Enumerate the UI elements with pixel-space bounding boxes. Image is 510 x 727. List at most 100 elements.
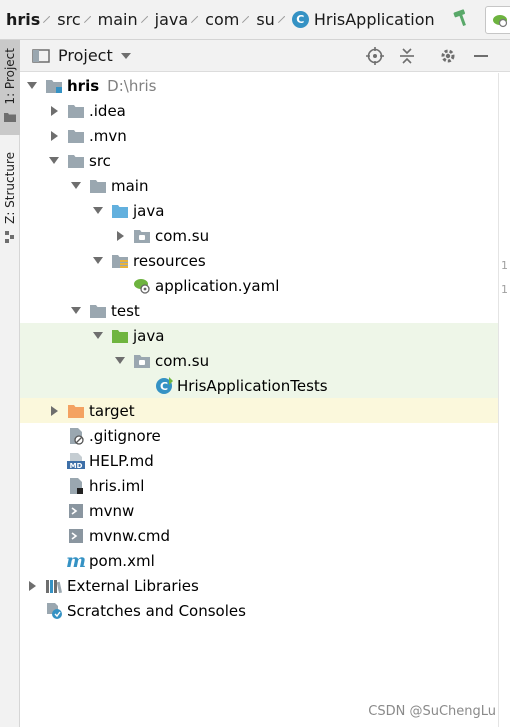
expanded-arrow-icon[interactable] — [90, 253, 106, 269]
tree-node-main[interactable]: main — [20, 173, 498, 198]
breadcrumb-separator-icon — [83, 15, 91, 24]
resources-folder-icon — [110, 252, 130, 270]
hide-panel-icon[interactable] — [471, 46, 491, 66]
panel-title[interactable]: Project — [58, 46, 113, 65]
tree-node-label: com.su — [155, 351, 210, 370]
line-number: 1 — [501, 259, 508, 272]
breadcrumb-item-src[interactable]: src — [57, 10, 80, 29]
tree-node-label: External Libraries — [67, 576, 199, 595]
tree-node-application-yaml[interactable]: application.yaml — [20, 273, 498, 298]
tree-node-path: D:\hris — [107, 76, 157, 95]
collapsed-arrow-icon[interactable] — [112, 228, 128, 244]
folder-icon — [66, 152, 86, 170]
tree-node-main-package[interactable]: com.su — [20, 223, 498, 248]
breadcrumb-item-java[interactable]: java — [155, 10, 189, 29]
breadcrumb-item-su[interactable]: su — [256, 10, 274, 29]
collapse-all-icon[interactable] — [397, 46, 417, 66]
collapsed-arrow-icon[interactable] — [46, 403, 62, 419]
structure-tool-tab[interactable]: Z: Structure — [0, 152, 20, 252]
shell-script-icon — [66, 502, 86, 520]
tree-node-scratches[interactable]: Scratches and Consoles — [20, 598, 498, 623]
tree-node-label: mvnw.cmd — [89, 526, 171, 545]
tree-node-label: application.yaml — [155, 276, 280, 295]
collapsed-arrow-icon[interactable] — [46, 128, 62, 144]
tree-node-test-package[interactable]: com.su — [20, 348, 498, 373]
collapsed-arrow-icon[interactable] — [46, 103, 62, 119]
tree-node-label: main — [111, 176, 149, 195]
tree-node-pom-xml[interactable]: m pom.xml — [20, 548, 498, 573]
breadcrumb-item-current[interactable]: C HrisApplication — [291, 10, 435, 29]
expanded-arrow-icon[interactable] — [68, 303, 84, 319]
tree-node-test-java[interactable]: java — [20, 323, 498, 348]
tree-node-help-md[interactable]: MD HELP.md — [20, 448, 498, 473]
tree-node-label: .idea — [89, 101, 126, 120]
package-icon — [132, 227, 152, 245]
expanded-arrow-icon[interactable] — [90, 203, 106, 219]
structure-tab-label: Z: Structure — [3, 152, 17, 224]
tree-node-label: mvnw — [89, 501, 135, 520]
tree-node-label: pom.xml — [89, 551, 155, 570]
tree-node-src[interactable]: src — [20, 148, 498, 173]
tree-node-target[interactable]: target — [20, 398, 498, 423]
tree-node-test[interactable]: test — [20, 298, 498, 323]
tree-node-external-libraries[interactable]: External Libraries — [20, 573, 498, 598]
breadcrumb-item-hris[interactable]: hris — [6, 10, 40, 29]
view-dropdown-icon[interactable] — [120, 52, 131, 59]
tree-node-hris[interactable]: hris D:\hris — [20, 73, 498, 98]
expanded-arrow-icon[interactable] — [112, 353, 128, 369]
test-source-folder-icon — [110, 327, 130, 345]
tree-node-label: target — [89, 401, 135, 420]
tree-node-label: src — [89, 151, 111, 170]
expanded-arrow-icon[interactable] — [24, 78, 40, 94]
breadcrumb-item-main[interactable]: main — [98, 10, 138, 29]
breadcrumb-item-com[interactable]: com — [205, 10, 239, 29]
project-tab-label: 1: Project — [3, 48, 17, 105]
gear-icon[interactable] — [438, 46, 458, 66]
class-icon: C — [291, 11, 309, 28]
expanded-arrow-icon[interactable] — [90, 328, 106, 344]
iml-file-icon — [66, 477, 86, 495]
tree-node-label: HrisApplicationTests — [177, 376, 328, 395]
breadcrumb: hris src main java com su C HrisApplicat… — [0, 0, 510, 40]
breadcrumb-separator-icon — [140, 15, 148, 24]
markdown-file-icon: MD — [66, 452, 86, 470]
expanded-arrow-icon[interactable] — [68, 178, 84, 194]
expanded-arrow-icon[interactable] — [46, 153, 62, 169]
svg-text:C: C — [160, 380, 168, 393]
folder-icon — [88, 302, 108, 320]
breadcrumb-separator-icon — [191, 15, 199, 24]
package-icon — [132, 352, 152, 370]
line-number: 1 — [501, 283, 508, 296]
tree-node-label: .mvn — [89, 126, 127, 145]
locate-file-icon[interactable] — [365, 46, 385, 66]
run-configuration-selector[interactable]: H — [484, 5, 510, 34]
editor-gutter: 1 1 — [498, 73, 510, 727]
collapsed-arrow-icon[interactable] — [24, 578, 40, 594]
tree-node-label: HELP.md — [89, 451, 154, 470]
maven-icon: m — [65, 549, 87, 572]
ignored-file-icon — [66, 427, 86, 445]
tree-node-label: hris.iml — [89, 476, 145, 495]
module-folder-icon — [44, 77, 64, 95]
folder-icon — [66, 102, 86, 120]
excluded-folder-icon — [66, 402, 86, 420]
tree-node-mvnw-cmd[interactable]: mvnw.cmd — [20, 523, 498, 548]
tree-node-label: Scratches and Consoles — [67, 601, 246, 620]
tree-node-resources[interactable]: resources — [20, 248, 498, 273]
tree-node-mvn[interactable]: .mvn — [20, 123, 498, 148]
tree-node-gitignore[interactable]: .gitignore — [20, 423, 498, 448]
tree-node-mvnw[interactable]: mvnw — [20, 498, 498, 523]
structure-icon — [5, 230, 14, 243]
project-tree: hris D:\hris .idea .mvn src main java co… — [20, 73, 498, 623]
project-tool-tab[interactable]: 1: Project — [0, 40, 20, 135]
tree-node-hris-iml[interactable]: hris.iml — [20, 473, 498, 498]
tree-node-idea[interactable]: .idea — [20, 98, 498, 123]
shell-script-icon — [66, 527, 86, 545]
spring-yaml-icon — [132, 277, 152, 295]
build-hammer-icon[interactable] — [451, 8, 471, 31]
scratches-icon — [44, 602, 64, 620]
tree-node-label: test — [111, 301, 140, 320]
tree-node-main-java[interactable]: java — [20, 198, 498, 223]
tree-node-test-class[interactable]: C HrisApplicationTests — [20, 373, 498, 398]
project-view-icon — [32, 48, 50, 63]
